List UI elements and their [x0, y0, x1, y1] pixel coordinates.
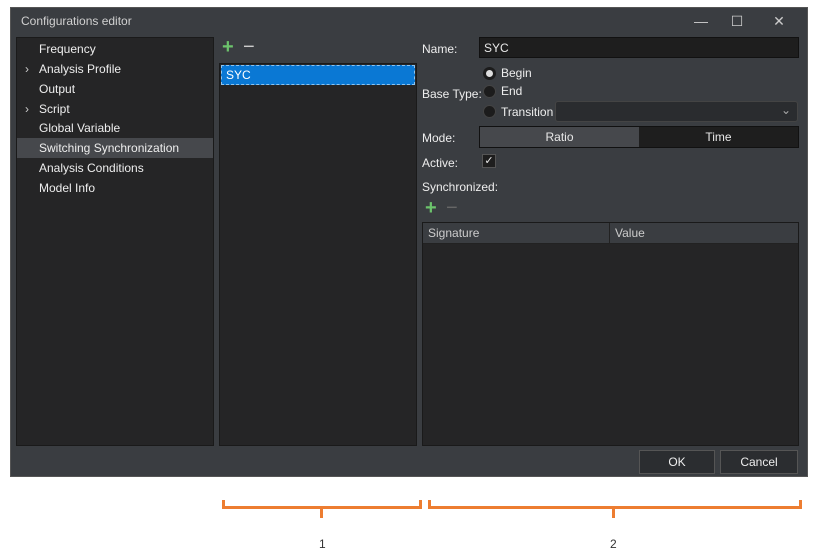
mode-label: Mode:: [422, 131, 456, 145]
tree-item-label: Output: [39, 82, 76, 96]
synchronization-list: SYC: [219, 63, 417, 446]
list-item[interactable]: SYC: [221, 65, 415, 85]
tree-item-label: Analysis Conditions: [39, 161, 144, 175]
name-label: Name:: [422, 42, 458, 56]
tree-item-script[interactable]: › Script: [17, 99, 213, 119]
bracket-1: [222, 500, 422, 509]
synchronized-table: Signature Value: [422, 222, 799, 446]
column-value[interactable]: Value: [610, 223, 798, 243]
radio-begin[interactable]: [483, 67, 496, 80]
category-tree: Frequency › Analysis Profile Output › Scri…: [16, 37, 214, 446]
tree-item-analysis-conditions[interactable]: Analysis Conditions: [17, 158, 213, 178]
chevron-right-icon[interactable]: ›: [25, 99, 29, 119]
synchronized-label: Synchronized:: [422, 180, 499, 194]
active-checkbox[interactable]: ✓: [482, 154, 496, 168]
tree-item-label: Analysis Profile: [39, 62, 122, 76]
radio-end-label: End: [501, 84, 523, 98]
column-signature[interactable]: Signature: [423, 223, 610, 243]
tree-item-output[interactable]: Output: [17, 79, 213, 99]
chevron-down-icon: ⌄: [780, 103, 791, 117]
configurations-editor-window: Configurations editor — ☐ ✕ Frequency › A…: [10, 7, 808, 477]
maximize-button[interactable]: ☐: [717, 10, 757, 34]
tree-item-switching-synchronization[interactable]: Switching Synchronization: [17, 138, 213, 158]
remove-signal-button[interactable]: −: [446, 198, 458, 218]
bracket-2-tick: [612, 509, 615, 518]
mode-toggle: Ratio Time: [479, 126, 799, 148]
radio-transition[interactable]: [483, 105, 496, 118]
minimize-button[interactable]: —: [681, 10, 721, 34]
tree-item-label: Script: [39, 102, 70, 116]
tree-item-label: Switching Synchronization: [39, 141, 180, 155]
transition-dropdown[interactable]: ⌄: [555, 101, 798, 122]
tree-item-global-variable[interactable]: Global Variable: [17, 118, 213, 138]
base-type-label: Base Type:: [422, 87, 482, 101]
ok-button[interactable]: OK: [639, 450, 715, 474]
mode-ratio-button[interactable]: Ratio: [480, 127, 639, 147]
tree-item-model-info[interactable]: Model Info: [17, 178, 213, 198]
chevron-right-icon[interactable]: ›: [25, 59, 29, 79]
annotation-1: 1: [319, 537, 326, 551]
table-header: Signature Value: [423, 223, 798, 244]
tree-item-label: Global Variable: [39, 121, 121, 135]
close-button[interactable]: ✕: [759, 10, 799, 34]
cancel-button[interactable]: Cancel: [720, 450, 798, 474]
radio-transition-label: Transition: [501, 105, 554, 119]
tree-item-analysis-profile[interactable]: › Analysis Profile: [17, 59, 213, 79]
name-input[interactable]: SYC: [479, 37, 799, 58]
annotation-2: 2: [610, 537, 617, 551]
tree-item-label: Frequency: [39, 42, 96, 56]
active-label: Active:: [422, 156, 459, 170]
tree-item-label: Model Info: [39, 181, 96, 195]
remove-item-button[interactable]: −: [243, 37, 255, 57]
add-item-button[interactable]: +: [222, 37, 234, 57]
window-title: Configurations editor: [21, 14, 132, 28]
radio-end[interactable]: [483, 85, 496, 98]
tree-item-frequency[interactable]: Frequency: [17, 39, 213, 59]
mode-time-button[interactable]: Time: [639, 127, 798, 147]
bracket-2: [428, 500, 802, 509]
radio-begin-label: Begin: [501, 66, 532, 80]
add-signal-button[interactable]: +: [425, 198, 437, 218]
bracket-1-tick: [320, 509, 323, 518]
